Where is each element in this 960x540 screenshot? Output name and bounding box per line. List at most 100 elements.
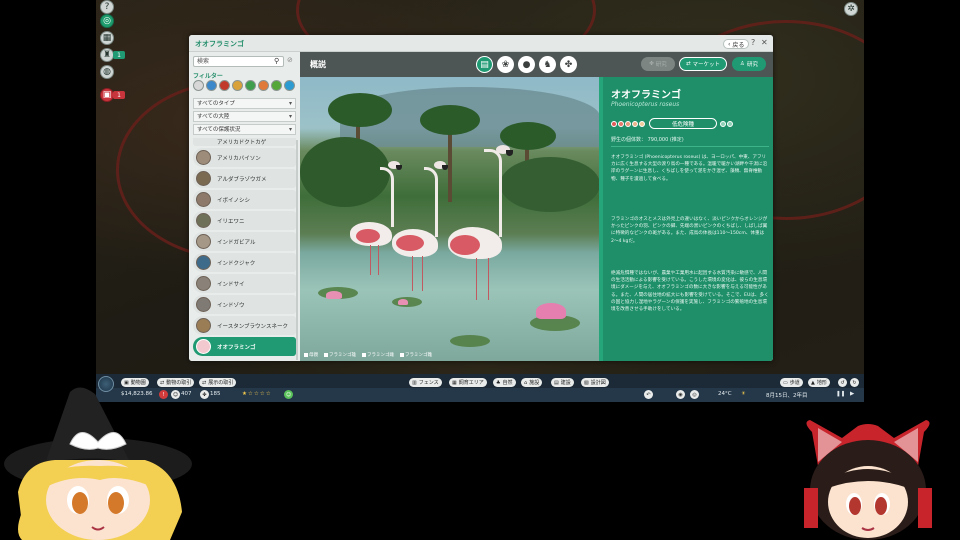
exhibit-trade-button[interactable]: ⇄ 展示の取引 (199, 378, 237, 387)
list-item[interactable]: イリエワニ (193, 211, 296, 230)
drop-icon[interactable]: ● (518, 56, 535, 73)
animal-thumbnail (196, 339, 211, 354)
help-icon[interactable]: ? (100, 0, 114, 14)
research-icon: ♙ (740, 61, 745, 67)
content-title: 概説 (310, 60, 326, 69)
flamingo-leg (412, 256, 413, 291)
list-item[interactable]: イースタンブラウンスネーク (193, 316, 296, 335)
flamingo-leg (422, 256, 423, 291)
filter-all-icon[interactable] (193, 80, 204, 91)
nature-button[interactable]: ♣ 自然 (493, 378, 516, 387)
animal-name: アメリカドクトカゲ (217, 140, 267, 146)
list-scrollbar[interactable] (296, 140, 298, 360)
exhibit-btn-icon: ⇄ (202, 379, 207, 386)
animal-name: インドゾウ (217, 302, 245, 309)
status-dropdown[interactable]: すべての保護状況 ▾ (193, 124, 296, 135)
description-paragraph: オオフラミンゴ (Phoenicopterus roseus) は、ヨーロッパ、… (611, 155, 768, 182)
pause-icon[interactable]: ❚❚ (836, 391, 845, 397)
facility-label: 施設 (529, 380, 540, 386)
list-item[interactable]: アメリカドクトカゲ (193, 138, 296, 146)
clipboard-icon[interactable]: ▤ (476, 56, 493, 73)
globe-icon[interactable]: ◍ (100, 65, 114, 79)
trophy-icon[interactable]: ♜ (100, 48, 114, 62)
play-icon[interactable]: ▶ (850, 391, 854, 397)
animal-thumbnail (196, 171, 211, 186)
info-panel: オオフラミンゴ Phoenicopterus roseus 低危険種 野生の個体… (599, 77, 773, 361)
list-item[interactable]: アメリカバイソン (193, 148, 296, 167)
list-item[interactable]: イボイノシシ (193, 190, 296, 209)
path-button[interactable]: ▭ 歩道 (780, 378, 803, 387)
redo-icon[interactable]: ↻ (850, 378, 859, 387)
filter-water-icon[interactable] (284, 80, 295, 91)
habitat-area-button[interactable]: ▦ 飼育エリア (449, 378, 487, 387)
status-dot (625, 120, 631, 127)
animal-photo: 母親 フラミンゴ雄 フラミンゴ雌 フラミンゴ雛 (300, 77, 599, 361)
facility-icon: ⌂ (524, 379, 528, 386)
market-icon: ⇄ (685, 61, 691, 67)
speed-icon[interactable]: ◎ (690, 390, 699, 399)
caption-square-icon (400, 353, 404, 357)
status-dot (611, 120, 617, 127)
list-item[interactable]: インドガビアル (193, 232, 296, 251)
fence-button[interactable]: ▥ フェンス (409, 378, 442, 387)
build-button[interactable]: ▤ 建設 (551, 378, 574, 387)
filter-globe-icon[interactable] (206, 80, 217, 91)
build-icon: ▤ (554, 379, 559, 386)
filter-asia-icon[interactable] (232, 80, 243, 91)
tab-bar: ▤ ❀ ● ♞ ✤ (476, 56, 577, 73)
animal-name: インドサイ (217, 281, 245, 288)
research-button[interactable]: ♙ 研究 (732, 57, 766, 71)
status-dot (720, 120, 726, 127)
photo-captions: 母親 フラミンゴ雄 フラミンゴ雌 フラミンゴ雛 (304, 352, 432, 358)
chevron-down-icon: ▾ (288, 100, 292, 107)
search-input[interactable]: 検索 (193, 56, 284, 67)
search-icon[interactable]: ⚲ (274, 57, 279, 65)
animal-name: オオフラミンゴ (217, 344, 256, 351)
facility-button[interactable]: ⌂ 施設 (521, 378, 543, 387)
zoo-icon[interactable]: ◎ (100, 14, 114, 28)
filter-africa-icon[interactable] (219, 80, 230, 91)
filter-oceania-icon[interactable] (258, 80, 269, 91)
back-arrow-icon: ‹ (728, 40, 731, 48)
habitat-icon[interactable]: ❀ (497, 56, 514, 73)
flamingo-wing (450, 235, 480, 255)
undo-icon[interactable]: ↺ (838, 378, 847, 387)
continent-dropdown[interactable]: すべての大陸 ▾ (193, 111, 296, 122)
caption-text: フラミンゴ雌 (367, 353, 394, 358)
disabled-label: 研究 (655, 62, 667, 68)
animal-name: アメリカバイソン (217, 155, 261, 162)
speed-pause-icon[interactable]: ◉ (676, 390, 685, 399)
market-button[interactable]: ⇄ マーケット (679, 57, 727, 71)
flamingo-beak (506, 150, 513, 156)
alert-icon[interactable]: ▣ (100, 88, 114, 102)
animal-thumbnail (196, 276, 211, 291)
filter-europe-icon[interactable] (245, 80, 256, 91)
happy-face-icon[interactable]: ☺ (284, 390, 293, 399)
list-item[interactable]: インドサイ (193, 274, 296, 293)
list-item[interactable]: インドゾウ (193, 295, 296, 314)
list-item[interactable]: インドクジャク (193, 253, 296, 272)
filter-america-icon[interactable] (271, 80, 282, 91)
terrain-icon: ▲ (811, 379, 815, 386)
lily-flower (536, 303, 566, 319)
list-item[interactable]: アルダブラゾウガメ (193, 169, 296, 188)
back-button[interactable]: ‹ 戻る (723, 39, 750, 49)
animal-name-heading: オオフラミンゴ (611, 90, 681, 101)
paw-icon[interactable]: ✤ (560, 56, 577, 73)
rotate-left-icon[interactable]: ↶ (644, 390, 653, 399)
calendar-icon[interactable]: ▦ (100, 31, 114, 45)
blueprint-button[interactable]: ▧ 設計図 (581, 378, 609, 387)
close-button[interactable]: ✕ (761, 38, 768, 47)
type-dropdown[interactable]: すべてのタイプ ▾ (193, 98, 296, 109)
clear-icon[interactable]: ⊘ (287, 56, 293, 64)
settings-icon[interactable]: ✲ (844, 2, 858, 16)
habitat-area-label: 飼育エリア (458, 380, 484, 386)
flamingo-leg (378, 245, 379, 275)
type-dropdown-label: すべてのタイプ (197, 101, 235, 107)
list-item-selected[interactable]: オオフラミンゴ (193, 337, 296, 356)
help-button[interactable]: ? (751, 38, 755, 47)
terrain-button[interactable]: ▲ 地形 (808, 378, 830, 387)
family-icon[interactable]: ♞ (539, 56, 556, 73)
flamingo-neck (424, 167, 438, 237)
temperature: 24°C (718, 391, 732, 397)
